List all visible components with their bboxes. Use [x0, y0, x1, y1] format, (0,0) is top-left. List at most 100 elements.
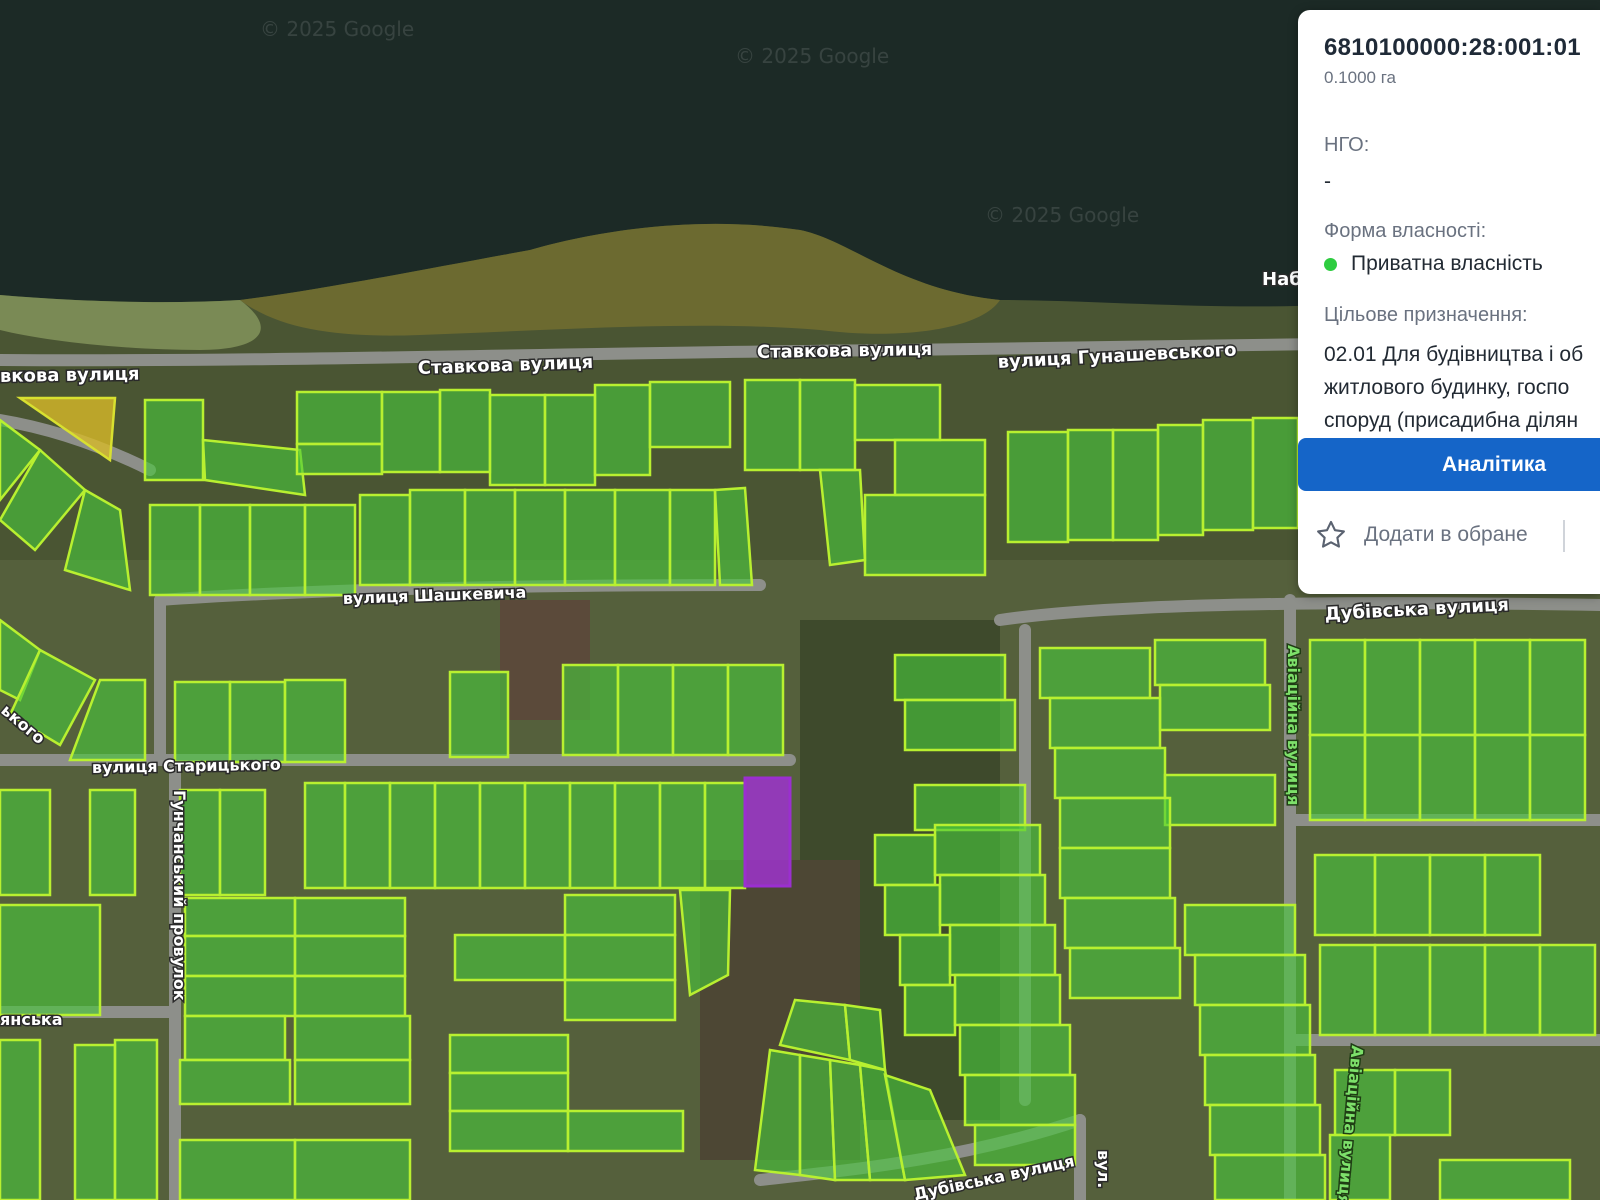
parcel[interactable] [343, 781, 392, 890]
parcel[interactable] [1418, 733, 1477, 822]
parcel[interactable] [488, 393, 547, 487]
parcel[interactable] [1213, 1153, 1327, 1200]
parcel[interactable] [1528, 733, 1587, 822]
parcel[interactable] [863, 493, 987, 577]
parcel[interactable] [293, 974, 407, 1018]
parcel[interactable] [463, 488, 517, 587]
parcel[interactable] [293, 1014, 412, 1062]
parcel[interactable] [248, 503, 307, 597]
parcel[interactable] [295, 442, 384, 476]
parcel[interactable] [1058, 846, 1172, 900]
parcel[interactable] [448, 670, 510, 759]
parcel[interactable] [1038, 646, 1152, 700]
parcel[interactable] [183, 934, 297, 978]
parcel[interactable] [1111, 428, 1160, 542]
parcel[interactable] [913, 783, 1027, 832]
parcel[interactable] [433, 781, 482, 890]
parcel[interactable] [1063, 896, 1177, 950]
parcel[interactable] [568, 781, 617, 890]
parcel[interactable] [178, 1138, 297, 1200]
parcel[interactable] [293, 1138, 412, 1200]
parcel[interactable] [1156, 423, 1205, 537]
parcel[interactable] [388, 781, 437, 890]
parcel[interactable] [543, 393, 597, 487]
parcel[interactable] [563, 933, 677, 982]
parcel[interactable] [1528, 638, 1587, 737]
selected-parcel[interactable] [743, 776, 792, 888]
parcel[interactable] [453, 933, 567, 982]
parcel[interactable] [0, 1038, 42, 1200]
parcel[interactable] [1363, 638, 1422, 737]
parcel[interactable] [0, 788, 52, 897]
parcel[interactable] [478, 781, 527, 890]
parcel[interactable] [1048, 696, 1162, 750]
parcel[interactable] [183, 896, 297, 938]
parcel[interactable] [613, 488, 672, 587]
parcel[interactable] [658, 781, 707, 890]
parcel[interactable] [563, 488, 617, 587]
parcel[interactable] [293, 1058, 412, 1106]
parcel[interactable] [293, 934, 407, 978]
parcel[interactable] [1203, 1053, 1317, 1107]
parcel[interactable] [1428, 853, 1487, 937]
parcel[interactable] [73, 1043, 117, 1200]
parcel[interactable] [713, 486, 754, 587]
parcel[interactable] [1313, 853, 1377, 937]
parcel[interactable] [448, 1071, 570, 1113]
parcel[interactable] [1473, 638, 1532, 737]
parcel[interactable] [1163, 773, 1277, 827]
parcel[interactable] [178, 1058, 292, 1106]
parcel[interactable] [958, 1023, 1072, 1077]
parcel[interactable] [1393, 1068, 1452, 1137]
parcel[interactable] [903, 983, 957, 1037]
parcel[interactable] [593, 383, 652, 477]
parcel[interactable] [843, 1003, 887, 1072]
parcel[interactable] [903, 698, 1017, 752]
parcel[interactable] [563, 893, 677, 937]
parcel[interactable] [1538, 943, 1597, 1037]
parcel[interactable] [183, 1014, 287, 1062]
parcel[interactable] [1006, 430, 1070, 544]
parcel[interactable] [1066, 428, 1115, 542]
analytics-button[interactable]: Аналітика [1298, 438, 1600, 491]
parcel[interactable] [293, 896, 407, 938]
parcel[interactable] [613, 781, 662, 890]
parcel[interactable] [893, 653, 1007, 702]
parcel[interactable] [358, 493, 412, 587]
parcel[interactable] [1373, 943, 1432, 1037]
parcel[interactable] [563, 978, 677, 1022]
parcel[interactable] [1208, 1103, 1322, 1157]
parcel[interactable] [1373, 853, 1432, 937]
parcel[interactable] [566, 1109, 685, 1153]
parcel[interactable] [448, 1033, 570, 1075]
parcel[interactable] [198, 503, 252, 597]
parcel[interactable] [513, 488, 567, 587]
parcel[interactable] [703, 781, 747, 890]
parcel[interactable] [303, 781, 347, 890]
parcel[interactable] [948, 923, 1057, 977]
parcel[interactable] [448, 1109, 570, 1153]
parcel[interactable] [143, 398, 205, 482]
parcel[interactable] [648, 380, 732, 449]
parcel[interactable] [898, 933, 952, 987]
parcel[interactable] [228, 680, 287, 764]
parcel[interactable] [933, 823, 1042, 877]
parcel[interactable] [1318, 943, 1377, 1037]
parcel[interactable] [113, 1038, 159, 1200]
parcel[interactable] [1058, 796, 1172, 850]
parcel[interactable] [938, 873, 1047, 927]
parcel[interactable] [893, 438, 987, 497]
parcel[interactable] [380, 390, 442, 474]
parcel[interactable] [1428, 943, 1487, 1037]
parcel[interactable] [523, 781, 572, 890]
parcel[interactable] [303, 503, 357, 597]
parcel[interactable] [953, 973, 1062, 1027]
parcel[interactable] [88, 788, 137, 897]
add-to-favorites-button[interactable]: Додати в обране [1314, 518, 1528, 552]
parcel[interactable] [1153, 638, 1267, 687]
parcel[interactable] [1483, 853, 1542, 937]
parcel[interactable] [283, 678, 347, 764]
parcel[interactable] [1198, 1003, 1312, 1057]
parcel[interactable] [678, 888, 732, 997]
parcel[interactable] [873, 833, 937, 887]
